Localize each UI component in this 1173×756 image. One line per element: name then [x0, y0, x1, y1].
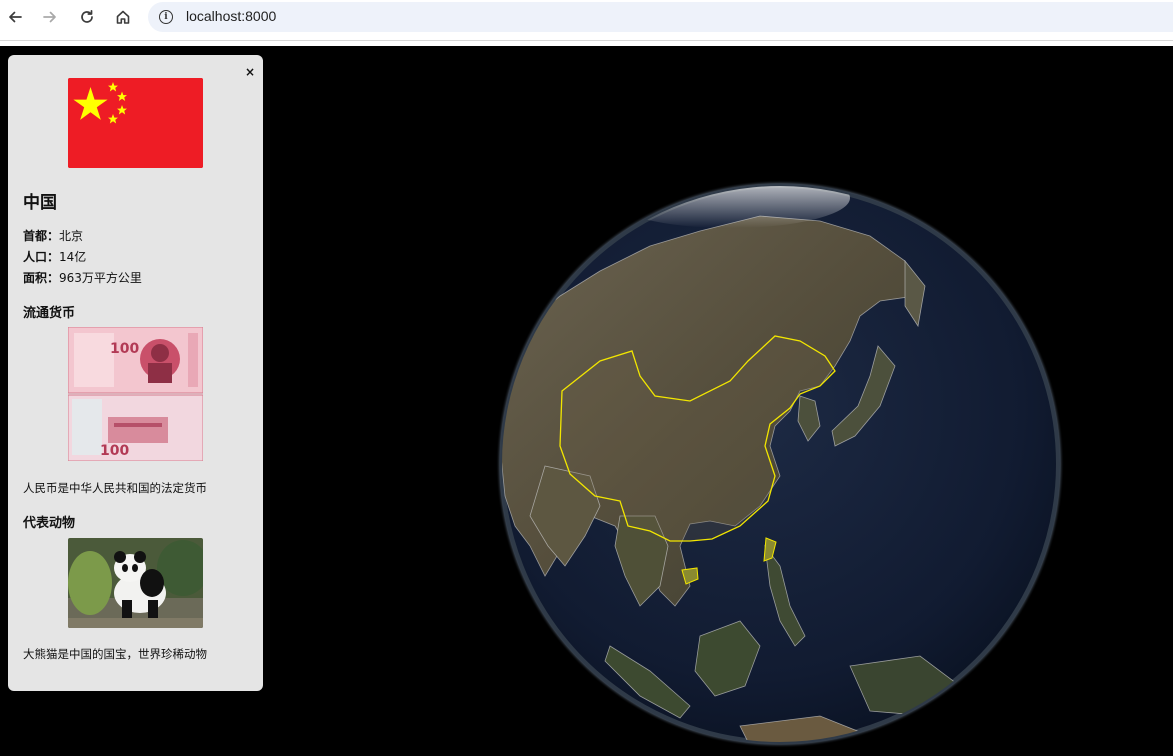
fact-key: 面积： [23, 271, 60, 285]
arrow-right-icon [43, 11, 56, 23]
url-text[interactable]: localhost:8000 [186, 8, 276, 24]
fact-key: 人口： [23, 250, 60, 264]
fact-key: 首都： [23, 229, 60, 243]
info-icon[interactable]: i [159, 10, 173, 24]
fact-area: 面积：963万平方公里 [23, 269, 142, 286]
currency-section-title: 流通货币 [23, 306, 76, 321]
flag-graphic [68, 78, 203, 168]
browser-toolbar: i localhost:8000 [0, 0, 1173, 41]
rmb-banknote-image: 100 100 [68, 327, 203, 461]
giant-panda-image [68, 538, 203, 628]
home-icon [116, 10, 130, 24]
animal-section-title: 代表动物 [23, 516, 76, 531]
forward-button[interactable] [36, 5, 64, 29]
arrow-left-icon [9, 11, 22, 23]
back-button[interactable] [1, 5, 29, 29]
fact-value: 14亿 [59, 250, 87, 264]
panda-graphic [68, 538, 203, 628]
banknote-graphic: 100 100 [68, 327, 203, 461]
reload-button[interactable] [73, 5, 101, 29]
fact-value: 北京 [59, 229, 84, 243]
animal-caption: 大熊猫是中国的国宝，世界珍稀动物 [23, 647, 207, 661]
fact-value: 963万平方公里 [59, 271, 142, 285]
fact-population: 人口：14亿 [23, 248, 86, 265]
currency-caption: 人民币是中华人民共和国的法定货币 [23, 481, 207, 495]
china-flag-image [68, 78, 203, 168]
home-button[interactable] [109, 5, 137, 29]
address-bar[interactable]: i localhost:8000 [148, 2, 1173, 32]
fact-capital: 首都：北京 [23, 227, 83, 244]
close-button[interactable]: × [242, 64, 258, 80]
banknote-value-back: 100 [100, 443, 129, 459]
banknote-value-front: 100 [110, 341, 139, 357]
country-name: 中国 [23, 193, 57, 213]
reload-icon [81, 9, 93, 23]
country-info-panel: × 中国 首都：北京 人口：14亿 面积：963万平方公里 流通货币 100 1… [8, 55, 263, 691]
